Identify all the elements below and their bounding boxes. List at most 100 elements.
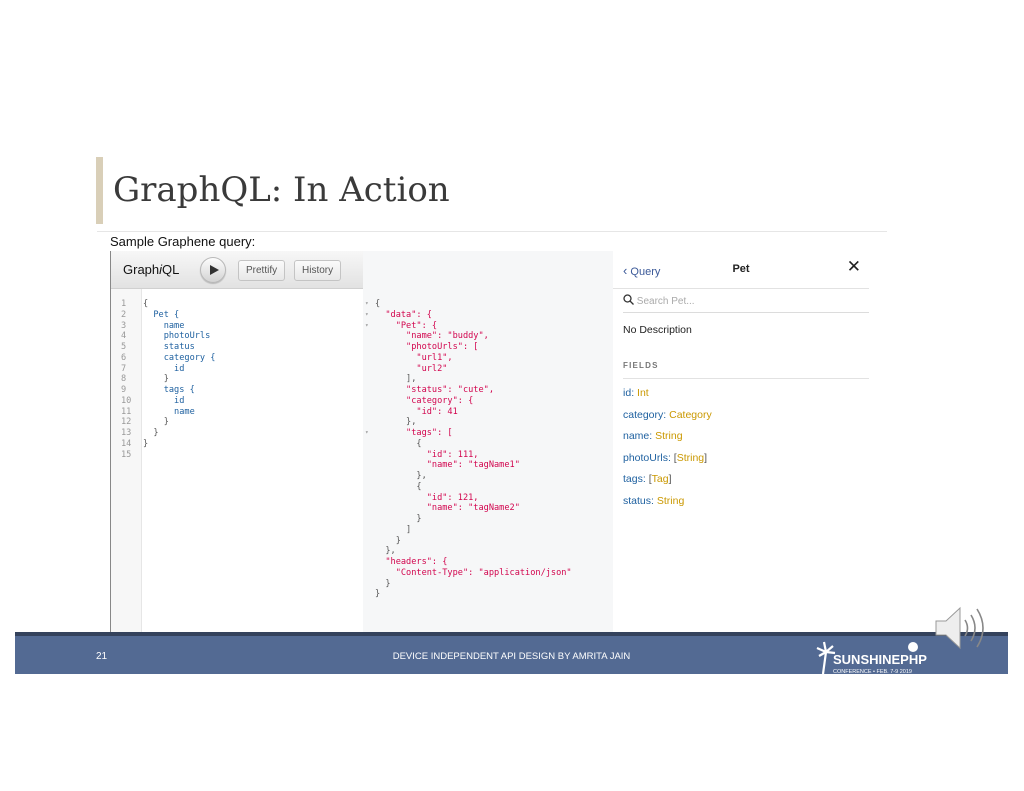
list-bracket: ] <box>704 451 708 464</box>
code-line: "status": "cute", <box>375 385 494 395</box>
code-line: } <box>375 535 401 546</box>
code-line: "id": 111, <box>375 449 479 460</box>
speaker-icon[interactable] <box>932 604 992 652</box>
code-line: ], <box>375 374 417 385</box>
fold-marker[interactable] <box>365 385 373 396</box>
field-type-link[interactable]: Int <box>637 387 649 399</box>
fold-marker[interactable] <box>365 493 373 504</box>
code-line: id <box>143 395 185 406</box>
svg-text:CONFERENCE • FEB. 7-9 2019: CONFERENCE • FEB. 7-9 2019 <box>833 669 912 675</box>
search-icon <box>623 294 634 305</box>
code-line: "id": 121, <box>375 492 479 503</box>
code-line: category { <box>143 352 216 363</box>
result-code: { "data": { "Pet": { "name": "buddy", "p… <box>375 299 572 600</box>
graphiql-screenshot: GraphiQL Prettify History 1 2 3 4 5 6 7 8 9 10 11 1… <box>110 251 869 632</box>
title-divider <box>97 231 887 232</box>
code-line: } <box>143 428 159 438</box>
svg-text:SUNSHINEPHP: SUNSHINEPHP <box>833 652 927 667</box>
doc-explorer-header: ‹ Query Pet ✕ <box>613 251 869 289</box>
fold-marker[interactable] <box>365 342 373 353</box>
code-line: status <box>143 342 195 352</box>
fold-marker[interactable] <box>365 396 373 407</box>
field-name[interactable]: tags <box>623 473 643 485</box>
fold-marker[interactable] <box>365 353 373 364</box>
run-query-button[interactable] <box>200 257 226 283</box>
graphiql-logo: GraphiQL <box>123 262 179 277</box>
field-type-link[interactable]: String <box>677 452 704 464</box>
code-line: tags { <box>143 385 195 395</box>
fold-marker[interactable]: ▾ <box>365 310 373 321</box>
fold-marker[interactable] <box>365 589 373 600</box>
fold-marker[interactable] <box>365 482 373 493</box>
code-line: ] <box>375 524 412 535</box>
code-line: "category": { <box>375 395 474 406</box>
fold-marker[interactable] <box>365 514 373 525</box>
field-type-link[interactable]: String <box>657 495 684 507</box>
field-item[interactable]: photoUrls: [String] <box>623 452 707 464</box>
slide-subtitle: Sample Graphene query: <box>110 234 256 249</box>
close-icon[interactable]: ✕ <box>847 257 861 277</box>
field-item[interactable]: name: String <box>623 430 683 442</box>
fold-marker[interactable]: ▾ <box>365 321 373 332</box>
result-viewer: ▾ ▾ ▾ ▾ { "data": { "Pet": { "name": "buddy… <box>363 251 614 632</box>
field-item[interactable]: tags: [Tag] <box>623 473 671 485</box>
fields-divider <box>623 378 869 379</box>
code-line: "tags": [ <box>375 428 453 438</box>
fold-marker[interactable] <box>365 460 373 471</box>
query-editor[interactable]: 1 2 3 4 5 6 7 8 9 10 11 12 13 14 15 { Pet { name photo… <box>111 289 364 632</box>
doc-search-input[interactable]: Search Pet... <box>623 294 869 313</box>
field-type-link[interactable]: Category <box>669 409 712 421</box>
fold-marker[interactable] <box>365 568 373 579</box>
code-line: "Content-Type": "application/json" <box>375 567 572 578</box>
fold-marker[interactable] <box>365 417 373 428</box>
code-line: name <box>143 320 185 331</box>
field-name[interactable]: photoUrls <box>623 452 668 464</box>
code-line: id <box>143 363 185 374</box>
code-line: }, <box>375 417 417 428</box>
fold-marker[interactable] <box>365 450 373 461</box>
fold-marker[interactable] <box>365 471 373 482</box>
prettify-button[interactable]: Prettify <box>238 260 286 281</box>
code-line: } <box>375 578 391 589</box>
fold-markers[interactable]: ▾ ▾ ▾ ▾ <box>365 299 373 600</box>
fold-marker[interactable] <box>365 374 373 385</box>
fold-marker[interactable] <box>365 525 373 536</box>
fold-marker[interactable] <box>365 557 373 568</box>
code-line: "url2" <box>375 363 448 374</box>
fold-marker[interactable] <box>365 546 373 557</box>
code-line: "name": "tagName1" <box>375 460 520 471</box>
code-line: } <box>143 417 169 428</box>
fold-marker[interactable] <box>365 364 373 375</box>
code-line: { <box>143 299 149 309</box>
field-type-link[interactable]: Tag <box>652 473 669 485</box>
title-accent-bar <box>96 157 103 224</box>
fold-marker[interactable]: ▾ <box>365 428 373 439</box>
fold-marker[interactable] <box>365 579 373 590</box>
code-line: name <box>143 406 195 417</box>
search-placeholder: Search Pet... <box>636 296 695 307</box>
field-item[interactable]: category: Category <box>623 409 712 421</box>
slide: GraphQL: In Action Sample Graphene query… <box>0 0 1024 791</box>
field-name[interactable]: id <box>623 387 631 399</box>
code-line: photoUrls <box>143 331 211 342</box>
fold-marker[interactable] <box>365 536 373 547</box>
field-item[interactable]: id: Int <box>623 387 649 399</box>
code-line: "photoUrls": [ <box>375 342 479 352</box>
field-name[interactable]: name <box>623 430 649 442</box>
code-line: }, <box>375 471 427 481</box>
code-line: } <box>143 438 149 449</box>
fold-marker[interactable] <box>365 331 373 342</box>
field-name[interactable]: category <box>623 409 663 421</box>
fold-marker[interactable] <box>365 439 373 450</box>
field-name[interactable]: status <box>623 495 651 507</box>
fold-marker[interactable]: ▾ <box>365 299 373 310</box>
fold-marker[interactable] <box>365 407 373 418</box>
fold-marker[interactable] <box>365 503 373 514</box>
code-line: "data": { <box>375 309 432 320</box>
slide-title: GraphQL: In Action <box>113 170 450 210</box>
history-button[interactable]: History <box>294 260 342 281</box>
field-item[interactable]: status: String <box>623 495 684 507</box>
query-code[interactable]: { Pet { name photoUrls status category {… <box>143 299 215 460</box>
code-line: "name": "buddy", <box>375 331 489 342</box>
field-type-link[interactable]: String <box>655 430 682 442</box>
